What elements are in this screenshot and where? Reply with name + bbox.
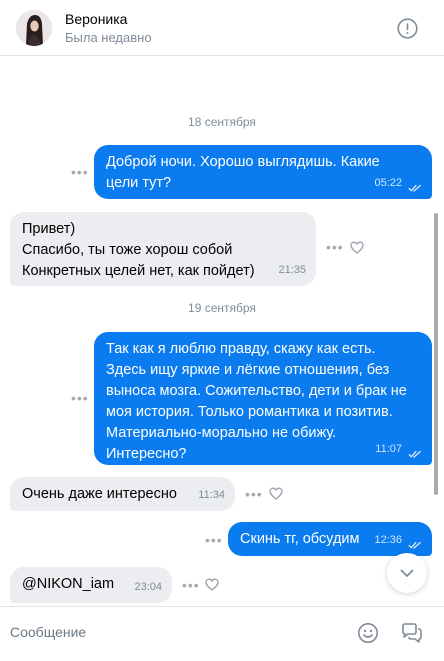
message-actions-button[interactable]: •••	[71, 165, 89, 179]
scroll-down-button[interactable]	[387, 553, 427, 593]
message-bubble-incoming[interactable]: @NIKON_iam 23:04	[10, 567, 172, 603]
contact-status: Была недавно	[65, 30, 152, 45]
info-icon	[397, 18, 418, 39]
heart-icon[interactable]	[205, 578, 219, 591]
contact-name[interactable]: Вероника	[65, 11, 127, 27]
scrollbar[interactable]	[434, 213, 438, 495]
message-bubble-outgoing[interactable]: Так как я люблю правду, скажу как есть. …	[94, 332, 432, 465]
emoji-icon	[358, 623, 378, 643]
emoji-button[interactable]	[357, 622, 379, 644]
message-input[interactable]: Сообщение	[10, 624, 86, 640]
message-text: Привет) Спасибо, ты тоже хорош собой Кон…	[22, 221, 255, 279]
message-actions-button[interactable]: •••	[326, 240, 344, 254]
double-check-icon	[408, 450, 422, 458]
double-check-icon	[408, 541, 422, 549]
message-text: Доброй ночи. Хорошо выглядишь. Какие цел…	[106, 154, 380, 191]
message-actions-button[interactable]: •••	[182, 578, 200, 592]
avatar-image	[16, 10, 52, 46]
message-text: Так как я люблю правду, скажу как есть. …	[106, 341, 407, 462]
message-bubble-incoming[interactable]: Привет) Спасибо, ты тоже хорош собой Кон…	[10, 212, 316, 286]
message-actions-button[interactable]: •••	[205, 533, 223, 547]
date-separator: 19 сентября	[188, 301, 256, 315]
chat-header: Вероника Была недавно	[0, 0, 444, 56]
message-actions-button[interactable]: •••	[71, 391, 89, 405]
double-check-icon	[408, 184, 422, 192]
info-button[interactable]	[397, 18, 418, 39]
message-time: 21:35	[278, 264, 306, 276]
avatar[interactable]	[16, 10, 52, 46]
message-text: Очень даже интересно	[22, 486, 177, 502]
chevron-down-icon	[400, 569, 414, 577]
message-actions-button[interactable]: •••	[245, 487, 263, 501]
message-time: 11:34	[198, 489, 225, 501]
message-bubble-outgoing[interactable]: Скинь тг, обсудим 12:36	[228, 522, 432, 556]
message-time: 11:07	[375, 443, 402, 455]
message-composer: Сообщение	[0, 606, 444, 661]
heart-icon[interactable]	[350, 241, 364, 254]
heart-icon[interactable]	[269, 487, 283, 500]
message-time: 12:36	[374, 534, 402, 546]
message-bubble-incoming[interactable]: Очень даже интересно 11:34	[10, 477, 235, 511]
date-separator: 18 сентября	[188, 115, 256, 129]
message-bubble-outgoing[interactable]: Доброй ночи. Хорошо выглядишь. Какие цел…	[94, 145, 432, 199]
stickers-icon	[402, 623, 422, 643]
stickers-button[interactable]	[400, 622, 424, 644]
message-time: 05:22	[374, 177, 402, 189]
message-list[interactable]: 18 сентября ••• Доброй ночи. Хорошо выгл…	[0, 57, 444, 606]
message-time: 23:04	[134, 581, 162, 593]
